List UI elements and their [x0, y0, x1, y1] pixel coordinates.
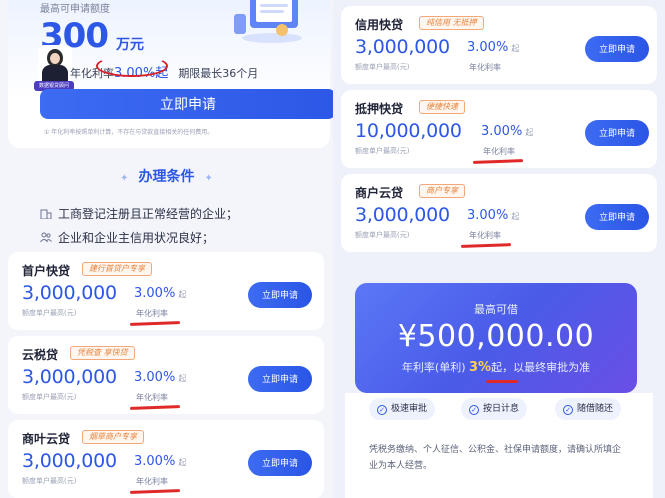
product-limit-label: 额度单户最高(元) [355, 147, 410, 155]
right-panel: 信用快贷 纯信用 无抵押 3,000,000 额度单户最高(元) 3.00% 起 … [333, 0, 665, 498]
product-card: 抵押快贷 便捷快速 10,000,000 额度单户最高(元) 3.00% 起 年化… [341, 90, 657, 168]
product-limit-label: 额度单户最高(元) [355, 63, 410, 71]
product-name: 商户云贷 [355, 186, 404, 200]
product-name: 抵押快贷 [355, 102, 404, 116]
product-name: 云税贷 [22, 348, 59, 362]
red-underline [129, 489, 181, 494]
condition-item: 企业和企业主信用状况良好； [40, 229, 214, 246]
product-rate-label: 年化利率 [136, 309, 168, 318]
max-borrow-card: 最高可借 ¥500,000.00 年利率(单利) 3%起，以最终审批为准 [355, 283, 637, 393]
red-underline [129, 405, 181, 410]
apply-button[interactable]: 立即申请 [585, 120, 649, 146]
product-limit-label: 额度单户最高(元) [22, 477, 77, 485]
check-circle-icon: ✓ [469, 405, 479, 415]
feature-fast-approval: ✓ 极速审批 [369, 398, 436, 420]
apply-button[interactable]: 立即申请 [248, 282, 312, 308]
product-rate: 3.00% 起 [467, 208, 520, 223]
max-borrow-amount: ¥500,000.00 [397, 319, 595, 354]
sparkle-icon: ✦ [204, 173, 213, 184]
apply-button[interactable]: 立即申请 [248, 366, 312, 392]
condition-item: 工商登记注册且正常经营的企业； [40, 205, 238, 222]
product-amount: 3,000,000 [22, 282, 117, 304]
product-rate-label: 年化利率 [136, 393, 168, 402]
conditions-title: ✦ 办理条件 ✦ [120, 169, 213, 185]
feature-daily-interest: ✓ 按日计息 [461, 398, 528, 420]
product-tag: 纯信用 无抵押 [419, 16, 484, 30]
product-card: 商户云贷 商户专享 3,000,000 额度单户最高(元) 3.00% 起 年化利… [341, 174, 657, 252]
product-rate: 3.00% 起 [134, 370, 187, 385]
product-limit-label: 额度单户最高(元) [22, 393, 77, 401]
check-circle-icon: ✓ [563, 405, 573, 415]
product-rate: 3.00% 起 [134, 454, 187, 469]
users-icon [40, 232, 52, 243]
product-rate: 3.00% 起 [467, 40, 520, 55]
apply-button[interactable]: 立即申请 [585, 204, 649, 230]
product-rate-label: 年化利率 [136, 477, 168, 486]
apply-button[interactable]: 立即申请 [248, 450, 312, 476]
red-underline [472, 159, 524, 164]
product-amount: 10,000,000 [355, 120, 462, 142]
product-amount: 3,000,000 [22, 366, 117, 388]
screenshot-collage: 最高可申请额度 300 万元 数据银贷顾问 年化利率3.00%起 期限最长36个月 [0, 0, 665, 498]
product-name: 首户快贷 [22, 264, 71, 278]
max-amount-label: 最高可申请额度 [40, 4, 110, 15]
product-amount: 3,000,000 [355, 204, 450, 226]
apply-button[interactable]: 立即申请 [585, 36, 649, 62]
product-rate-label: 年化利率 [483, 147, 515, 156]
left-panel: 最高可申请额度 300 万元 数据银贷顾问 年化利率3.00%起 期限最长36个月 [0, 0, 333, 498]
product-limit-label: 额度单户最高(元) [355, 231, 410, 239]
check-circle-icon: ✓ [377, 405, 387, 415]
red-underline [129, 321, 181, 326]
product-name: 信用快贷 [355, 18, 404, 32]
product-limit-label: 额度单户最高(元) [22, 309, 77, 317]
product-tag: 烟草商户专享 [82, 430, 144, 444]
product-tag: 便捷快速 [419, 100, 465, 114]
product-rate-label: 年化利率 [469, 231, 501, 240]
red-annotation-circle [96, 55, 168, 77]
red-underline [460, 243, 512, 248]
sparkle-icon: ✦ [120, 173, 129, 184]
product-name: 商叶云贷 [22, 432, 71, 446]
max-borrow-title: 最高可借 [474, 303, 518, 316]
product-tag: 建行首贷户专享 [82, 262, 152, 276]
product-amount: 3,000,000 [22, 450, 117, 472]
product-card: 首户快贷 建行首贷户专享 3,000,000 额度单户最高(元) 3.00% 起 … [8, 252, 324, 330]
product-card: 信用快贷 纯信用 无抵押 3,000,000 额度单户最高(元) 3.00% 起 … [341, 6, 657, 84]
apply-now-button[interactable]: 立即申请 [40, 89, 333, 119]
feature-borrow-repay-anytime: ✓ 随借随还 [555, 398, 622, 420]
product-card: 商叶云贷 烟草商户专享 3,000,000 额度单户最高(元) 3.00% 起 年… [8, 420, 324, 498]
max-borrow-rate: 年利率(单利) 3%起，以最终审批为准 [401, 360, 591, 375]
borrow-description: 凭税务缴纳、个人征信、公积金、社保申请额度，请确认所填企业为本人经营。 [345, 428, 653, 498]
max-amount-unit: 万元 [116, 37, 144, 53]
hero-term: 期限最长36个月 [178, 67, 259, 80]
product-rate-label: 年化利率 [469, 63, 501, 72]
red-underline [486, 380, 518, 383]
rate-disclaimer: ① 年化利率按照单利计算，不存在与贷款直接相关的任何费用。 [44, 129, 214, 136]
document-illustration-icon [234, 0, 302, 43]
product-card: 云税贷 凭税查 享快贷 3,000,000 额度单户最高(元) 3.00% 起 年… [8, 336, 324, 414]
product-tag: 商户专享 [419, 184, 465, 198]
building-icon [40, 209, 52, 219]
loan-hero-card: 最高可申请额度 300 万元 数据银贷顾问 年化利率3.00%起 期限最长36个月 [8, 0, 333, 148]
product-rate: 3.00% 起 [481, 124, 534, 139]
product-rate: 3.00% 起 [134, 286, 187, 301]
product-tag: 凭税查 享快贷 [70, 346, 135, 360]
product-amount: 3,000,000 [355, 36, 450, 58]
